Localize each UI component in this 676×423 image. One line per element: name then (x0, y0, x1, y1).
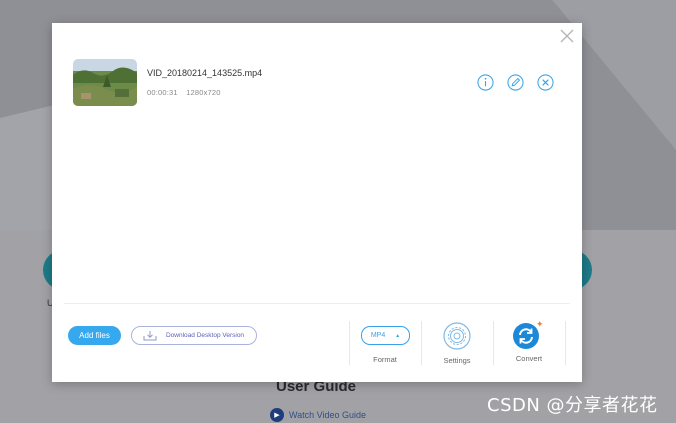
csdn-watermark: CSDN @分享者花花 (487, 395, 658, 416)
download-desktop-button[interactable]: Download Desktop Version (131, 326, 257, 345)
file-item: VID_20180214_143525.mp4 00:00:31 1280x72… (73, 59, 563, 107)
toolbar-separator (421, 321, 422, 365)
footer-divider (64, 303, 570, 304)
convert-label: Convert (515, 354, 543, 363)
format-value: MP4 (370, 332, 386, 339)
edit-icon[interactable] (507, 74, 524, 91)
info-icon[interactable] (477, 74, 494, 91)
toolbar-separator (565, 321, 566, 365)
watch-video-link[interactable]: ▶ Watch Video Guide (270, 408, 366, 422)
toolbar-separator (349, 321, 350, 365)
file-duration: 00:00:31 (147, 88, 178, 97)
format-label: Format (373, 355, 397, 364)
toolbar-separator (493, 321, 494, 365)
add-files-button[interactable]: Add files (68, 326, 121, 345)
video-thumbnail (73, 59, 137, 106)
file-resolution: 1280x720 (186, 88, 221, 97)
format-select[interactable]: MP4 ▲ (361, 326, 410, 345)
watch-video-label: Watch Video Guide (289, 410, 367, 420)
caret-up-icon: ▲ (395, 332, 401, 339)
converter-dialog: VID_20180214_143525.mp4 00:00:31 1280x72… (52, 23, 582, 382)
file-meta: 00:00:31 1280x720 (147, 88, 227, 97)
close-icon[interactable] (559, 28, 575, 44)
remove-icon[interactable] (537, 74, 554, 91)
play-icon: ▶ (270, 408, 284, 422)
download-desktop-label: Download Desktop Version (166, 332, 245, 339)
file-name: VID_20180214_143525.mp4 (147, 68, 263, 78)
download-icon (143, 331, 157, 341)
convert-sparkle-icon: ✦ (536, 319, 544, 329)
settings-gear-icon[interactable] (443, 322, 471, 350)
settings-label: Settings (443, 356, 471, 365)
